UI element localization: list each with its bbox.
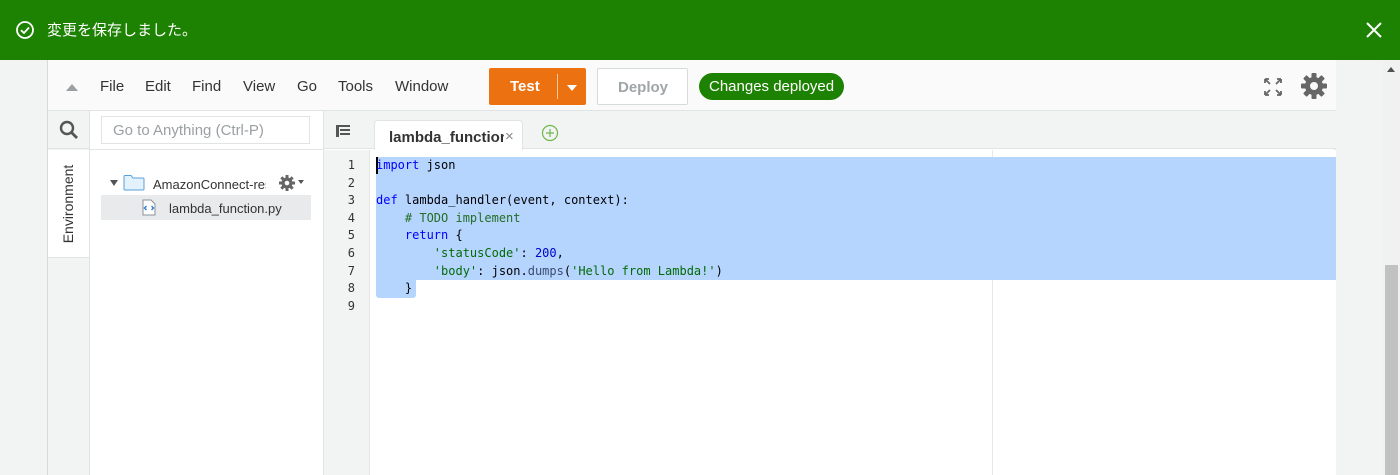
chevron-down-icon[interactable]: [567, 85, 577, 91]
fullscreen-icon[interactable]: [1263, 77, 1283, 97]
menu-go[interactable]: Go: [297, 78, 317, 95]
line-number: 4: [347, 210, 355, 225]
code-token: ): [715, 263, 723, 278]
file-name: lambda_function.py: [169, 201, 282, 216]
line-number: 3: [347, 193, 355, 208]
code-line-3: def lambda_handler(event, context):: [376, 192, 629, 210]
code-line-1: import json: [376, 157, 455, 175]
code-token: return: [376, 228, 449, 243]
code-line-8: }: [376, 281, 413, 296]
editor-tab-bar: lambda_function ×: [324, 111, 1336, 150]
code-token: json: [419, 158, 456, 172]
notification-message: 変更を保存しました。: [47, 21, 198, 39]
gear-icon[interactable]: [278, 174, 296, 192]
code-line-7: 'body': json.dumps('Hello from Lambda!'): [376, 263, 723, 281]
close-icon[interactable]: [1364, 20, 1384, 40]
deploy-button[interactable]: Deploy: [597, 68, 688, 105]
code-token: def: [376, 193, 398, 208]
menu-tools[interactable]: Tools: [338, 78, 373, 95]
code-token: 200: [534, 246, 557, 260]
search-icon[interactable]: [59, 120, 79, 140]
tree-file-selected[interactable]: lambda_function.py: [101, 195, 311, 220]
test-button-divider: [557, 74, 558, 99]
side-tab-strip: Environment: [48, 111, 90, 475]
collapse-icon[interactable]: [66, 84, 78, 91]
code-token: (: [563, 263, 572, 278]
code-token: dumps: [527, 263, 564, 278]
code-token: 'statusCode': [433, 246, 521, 260]
environment-tab-label: Environment: [60, 164, 76, 244]
tree-folder[interactable]: AmazonConnect-res: [101, 172, 311, 196]
environment-panel: AmazonConnect-res: [90, 111, 324, 475]
menu-find[interactable]: Find: [192, 78, 221, 95]
success-notification: 変更を保存しました。: [0, 0, 1400, 60]
code-area[interactable]: import json def lambda_handler(event, co…: [370, 150, 1336, 475]
python-file-icon: [142, 199, 156, 216]
chevron-down-icon[interactable]: [298, 180, 304, 184]
scrollbar-thumb[interactable]: [1385, 265, 1398, 475]
scroll-up-icon[interactable]: [1387, 67, 1395, 72]
code-editor[interactable]: 1 2 3 4 5 6 7 8 9 import json def lambda…: [324, 150, 1336, 475]
line-number: 1: [347, 158, 355, 172]
tab-label: lambda_function: [389, 129, 504, 146]
deploy-button-label: Deploy: [618, 79, 669, 96]
folder-name: AmazonConnect-res: [153, 177, 266, 192]
test-button[interactable]: Test: [489, 68, 586, 105]
goto-anything-input[interactable]: [101, 116, 310, 144]
cloud9-ide: File Edit Find View Go Tools Window Test…: [47, 60, 1336, 475]
menubar: File Edit Find View Go Tools Window Test…: [48, 60, 1336, 111]
line-number: 7: [347, 263, 355, 278]
line-number: 5: [347, 228, 355, 243]
close-tab-icon[interactable]: ×: [505, 128, 514, 145]
code-token: import: [376, 158, 420, 172]
code-token: 'body': [433, 263, 478, 278]
check-circle-icon: [16, 21, 34, 39]
page-margin-left: [0, 60, 47, 475]
menu-view[interactable]: View: [243, 78, 275, 95]
menu-window[interactable]: Window: [395, 78, 448, 95]
tab-environment[interactable]: Environment: [48, 150, 89, 258]
line-number: 6: [347, 246, 355, 260]
code-token: {: [448, 228, 463, 243]
line-number-gutter: 1 2 3 4 5 6 7 8 9: [324, 150, 370, 475]
panel-divider: [90, 149, 324, 150]
code-token: :: [520, 246, 535, 260]
code-line-4: # TODO implement: [376, 210, 521, 225]
test-button-label: Test: [510, 78, 540, 95]
expand-triangle-icon[interactable]: [110, 180, 118, 186]
code-line-5: return {: [376, 227, 463, 245]
code-token: 'Hello from Lambda!': [571, 263, 716, 278]
tabs-menu-icon[interactable]: [335, 124, 351, 138]
code-token: ,: [556, 246, 564, 260]
code-line-6: 'statusCode': 200,: [376, 245, 564, 263]
line-number: 8: [347, 281, 355, 296]
gear-icon[interactable]: [1299, 71, 1329, 101]
menu-edit[interactable]: Edit: [145, 78, 171, 95]
page-scrollbar[interactable]: [1383, 60, 1400, 475]
line-number: 9: [347, 298, 355, 313]
menu-file[interactable]: File: [100, 78, 124, 95]
code-token: : json.: [477, 263, 528, 278]
tab-lambda-function[interactable]: lambda_function ×: [374, 120, 523, 150]
status-badge: Changes deployed: [699, 73, 845, 100]
add-tab-icon[interactable]: [541, 124, 559, 142]
code-token: lambda_handler(event, context):: [397, 193, 629, 208]
folder-icon: [123, 175, 145, 191]
line-number: 2: [347, 175, 355, 190]
navigate-button[interactable]: [48, 111, 90, 149]
